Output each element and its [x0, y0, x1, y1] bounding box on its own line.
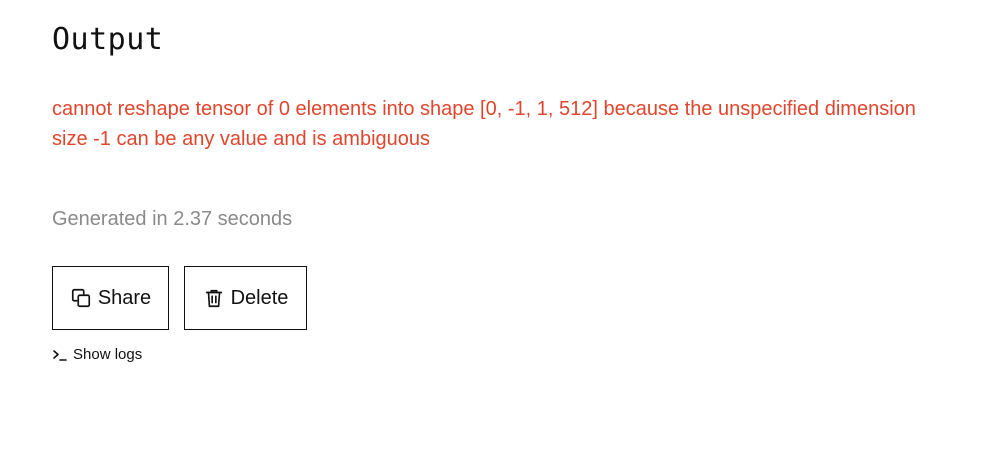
action-buttons: Share Delete — [52, 266, 307, 330]
terminal-icon — [52, 347, 68, 363]
share-button[interactable]: Share — [52, 266, 169, 330]
show-logs-label: Show logs — [73, 346, 143, 363]
share-button-label: Share — [97, 286, 152, 309]
show-logs-toggle[interactable]: Show logs — [52, 346, 142, 363]
generation-time: Generated in 2.37 seconds — [52, 208, 293, 230]
delete-button-label: Delete — [230, 286, 289, 309]
trash-icon — [203, 287, 225, 309]
copy-icon — [70, 287, 92, 309]
error-message: cannot reshape tensor of 0 elements into… — [52, 98, 916, 150]
delete-button[interactable]: Delete — [184, 266, 307, 330]
output-title: Output — [52, 22, 164, 57]
